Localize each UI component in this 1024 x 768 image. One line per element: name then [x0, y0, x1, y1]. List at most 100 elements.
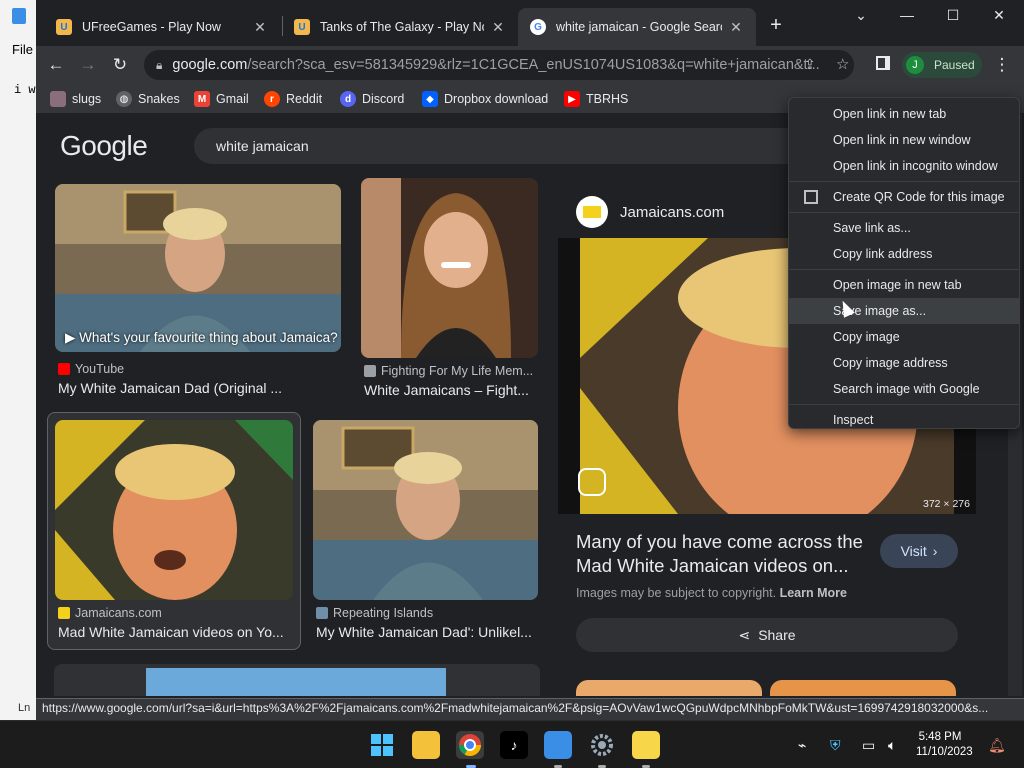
tab-google-search[interactable]: G white jamaican - Google Search ✕: [518, 8, 756, 46]
result-source: YouTube: [58, 362, 338, 376]
notification-bell-icon[interactable]: 🔔︎: [988, 737, 1006, 754]
network-off-icon[interactable]: ⌁: [798, 737, 806, 754]
menu-open-image-new-tab[interactable]: Open image in new tab: [789, 272, 1019, 298]
image-result-partial[interactable]: [54, 664, 540, 696]
video-overlay-caption: ▶ What's your favourite thing about Jama…: [65, 330, 338, 345]
security-shield-icon[interactable]: ⛨: [830, 737, 841, 754]
preview-site-header[interactable]: Jamaicans.com: [576, 196, 724, 228]
notepad-text[interactable]: i w: [14, 83, 36, 97]
google-lens-icon[interactable]: [578, 468, 606, 496]
result-thumbnail-svg: [55, 420, 293, 600]
menu-save-image-as[interactable]: Save image as...: [789, 298, 1019, 324]
search-input[interactable]: white jamaican: [194, 128, 834, 164]
notepad-taskbar-icon[interactable]: [544, 731, 572, 759]
bookmark-label: Snakes: [138, 92, 180, 106]
result-image[interactable]: [361, 178, 538, 358]
share-icon: ⋖: [738, 626, 751, 643]
result-image[interactable]: [146, 668, 446, 696]
context-menu: Open link in new tab Open link in new wi…: [788, 97, 1020, 429]
menu-open-link-new-window[interactable]: Open link in new window: [789, 127, 1019, 153]
result-title[interactable]: My White Jamaican Dad (Original ...: [58, 380, 338, 396]
image-result-youtube[interactable]: ▶ What's your favourite thing about Jama…: [54, 182, 344, 404]
visit-button[interactable]: Visit ›: [880, 534, 958, 568]
related-image-thumbnail[interactable]: [770, 680, 956, 696]
bookmark-label: Reddit: [286, 92, 323, 106]
result-title[interactable]: My White Jamaican Dad': Unlikel...: [316, 624, 538, 640]
menu-save-link-as[interactable]: Save link as...: [789, 215, 1019, 241]
share-page-icon[interactable]: ⇪: [804, 56, 816, 73]
menu-copy-link-address[interactable]: Copy link address: [789, 241, 1019, 267]
menu-copy-image-address[interactable]: Copy image address: [789, 350, 1019, 376]
profile-avatar: J: [906, 56, 924, 74]
tab-ufreegames[interactable]: U UFreeGames - Play Now ✕: [44, 8, 280, 46]
preview-site-name: Jamaicans.com: [620, 203, 725, 221]
windows-taskbar: ♪ ⌁ ⛨ ▭ 🔈︎ 5:48 PM 11/10/2023 🔔︎: [0, 720, 1024, 768]
menu-copy-image[interactable]: Copy image: [789, 324, 1019, 350]
discord-icon: d: [340, 91, 356, 107]
close-window-button[interactable]: ✕: [976, 4, 1022, 26]
bookmark-snakes[interactable]: ◍ Snakes: [116, 90, 180, 108]
bookmark-tbrhs[interactable]: ▶ TBRHS: [564, 90, 628, 108]
result-title[interactable]: White Jamaicans – Fight...: [364, 382, 538, 398]
tab-tanks-of-the-galaxy[interactable]: U Tanks of The Galaxy - Play Now ✕: [282, 8, 518, 46]
side-panel-icon[interactable]: [876, 56, 890, 70]
menu-inspect[interactable]: Inspect: [789, 407, 1019, 433]
lock-icon[interactable]: 🔒︎: [156, 58, 162, 73]
image-result-jamaicans-selected[interactable]: Jamaicans.com Mad White Jamaican videos …: [47, 412, 301, 650]
share-button[interactable]: ⋖ Share: [576, 618, 958, 652]
bookmark-label: Discord: [362, 92, 405, 106]
result-source-label: Fighting For My Life Mem...: [381, 364, 534, 378]
tab-search-dropdown-icon[interactable]: ⌄: [838, 4, 884, 26]
gmail-icon: M: [194, 91, 210, 107]
tab-close-icon[interactable]: ✕: [490, 19, 506, 36]
profile-button[interactable]: J Paused: [902, 52, 982, 78]
chrome-logo-svg: [459, 734, 481, 756]
new-tab-button[interactable]: +: [764, 14, 788, 38]
forward-button[interactable]: →: [76, 53, 100, 77]
tab-close-icon[interactable]: ✕: [252, 19, 268, 36]
chrome-taskbar-icon[interactable]: [456, 731, 484, 759]
bookmark-star-icon[interactable]: ☆: [836, 55, 849, 73]
dropbox-icon: ◆: [422, 91, 438, 107]
result-image[interactable]: [313, 420, 538, 600]
tab-close-icon[interactable]: ✕: [728, 19, 744, 36]
settings-gear-icon[interactable]: [588, 731, 616, 759]
address-bar[interactable]: 🔒︎ google.com /search?sca_esv=581345929&…: [144, 50, 854, 80]
image-result-fighting-for-my-life[interactable]: Fighting For My Life Mem... White Jamaic…: [360, 178, 540, 404]
back-button[interactable]: ←: [44, 53, 68, 77]
reload-button[interactable]: ↻: [108, 53, 132, 77]
bookmark-reddit[interactable]: r Reddit: [264, 90, 322, 108]
sticky-notes-icon[interactable]: [632, 731, 660, 759]
bookmark-discord[interactable]: d Discord: [340, 90, 404, 108]
url-host: google.com: [172, 57, 248, 73]
google-logo[interactable]: Google: [60, 130, 148, 162]
ufreegames-favicon-icon: U: [294, 19, 310, 35]
bookmark-gmail[interactable]: M Gmail: [194, 90, 249, 108]
profile-status: Paused: [934, 58, 975, 72]
minimize-button[interactable]: —: [884, 4, 930, 26]
related-image-thumbnail[interactable]: [576, 680, 762, 696]
bookmark-dropbox[interactable]: ◆ Dropbox download: [422, 90, 548, 108]
maximize-button[interactable]: ☐: [930, 4, 976, 26]
menu-open-link-incognito[interactable]: Open link in incognito window: [789, 153, 1019, 179]
result-thumbnail-svg: [313, 420, 538, 600]
menu-open-link-new-tab[interactable]: Open link in new tab: [789, 101, 1019, 127]
image-result-repeating-islands[interactable]: Repeating Islands My White Jamaican Dad'…: [312, 420, 540, 644]
learn-more-link[interactable]: Learn More: [780, 586, 847, 600]
tiktok-icon[interactable]: ♪: [500, 731, 528, 759]
chrome-menu-icon[interactable]: ⋮: [990, 53, 1014, 77]
tab-title: Tanks of The Galaxy - Play Now: [320, 20, 484, 34]
result-title[interactable]: Mad White Jamaican videos on Yo...: [58, 624, 294, 640]
bookmark-slugs[interactable]: slugs: [50, 90, 101, 108]
result-image[interactable]: ▶ What's your favourite thing about Jama…: [55, 184, 341, 352]
notepad-file-menu[interactable]: File: [12, 42, 33, 57]
menu-search-image-google[interactable]: Search image with Google: [789, 376, 1019, 402]
taskbar-clock[interactable]: 5:48 PM 11/10/2023: [916, 730, 973, 760]
windows-start-icon[interactable]: [368, 731, 396, 759]
file-explorer-icon[interactable]: [412, 731, 440, 759]
result-image[interactable]: [55, 420, 293, 600]
menu-create-qr-code[interactable]: Create QR Code for this image: [789, 184, 1019, 210]
volume-muted-icon[interactable]: 🔈︎: [888, 737, 896, 754]
preview-title[interactable]: Many of you have come across the Mad Whi…: [576, 530, 876, 578]
display-icon[interactable]: ▭: [862, 737, 875, 754]
